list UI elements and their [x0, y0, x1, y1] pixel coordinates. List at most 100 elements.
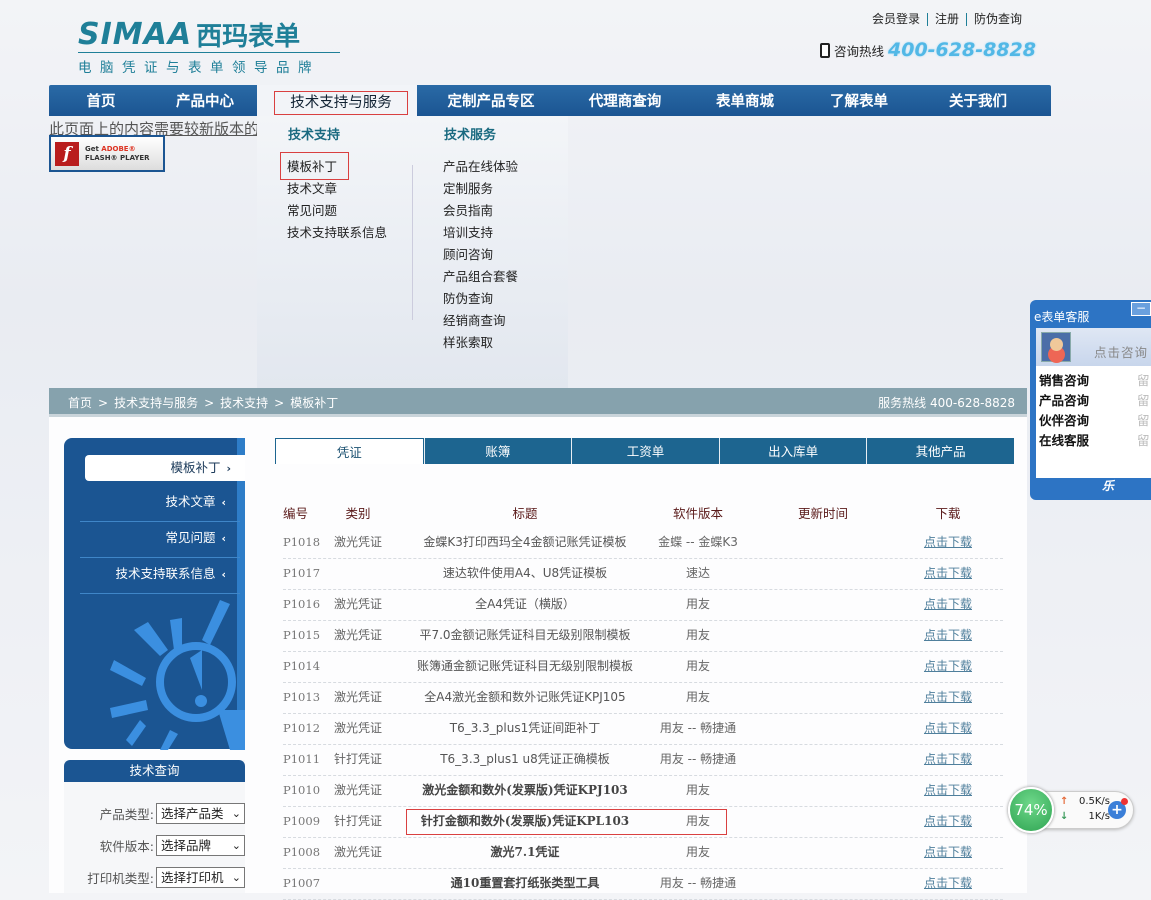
download-link[interactable]: 点击下载 — [924, 783, 972, 797]
breadcrumb-tech-service[interactable]: 技术支持与服务 — [114, 396, 198, 410]
tech-query-title: 技术查询 — [64, 760, 245, 782]
dropdown-item-support-contact[interactable]: 技术支持联系信息 — [287, 222, 387, 244]
table-row: P1014 账簿通金额记账凭证科目无级别限制模板 用友 点击下载 — [283, 652, 1003, 683]
dropdown-service-heading[interactable]: 技术服务 — [444, 124, 496, 143]
row-id: P1018 — [283, 535, 321, 549]
download-link[interactable]: 点击下载 — [924, 628, 972, 642]
row-id: P1012 — [283, 721, 321, 735]
dropdown-item-bundles[interactable]: 产品组合套餐 — [443, 266, 518, 288]
breadcrumb-tech-support[interactable]: 技术支持 — [220, 396, 268, 410]
member-login-link[interactable]: 会员登录 — [865, 13, 927, 26]
table-row: P1013 激光凭证 全A4激光金额和数外记账凭证KPJ105 用友 点击下载 — [283, 683, 1003, 714]
tech-query-panel: 技术查询 产品类型: 选择产品类 ⌄ 软件版本: 选择品牌 ⌄ 打印机类型: 选择打… — [64, 760, 245, 893]
printer-type-label: 打印机类型: — [87, 871, 154, 886]
register-link[interactable]: 注册 — [926, 13, 966, 26]
nav-about-us[interactable]: 关于我们 — [913, 85, 1043, 116]
breadcrumb-separator: > — [274, 396, 285, 410]
row-version: 用友 — [685, 628, 710, 642]
dropdown-item-consulting[interactable]: 顾问咨询 — [443, 244, 518, 266]
dropdown-item-custom-service[interactable]: 定制服务 — [443, 178, 518, 200]
printer-type-select[interactable]: 选择打印机 ⌄ — [156, 867, 245, 888]
nav-form-mall[interactable]: 表单商城 — [685, 85, 805, 116]
row-version: 用友 — [685, 659, 710, 673]
row-highlight-box — [406, 809, 727, 835]
breadcrumb-separator: > — [204, 396, 215, 410]
dropdown-item-anti-counterfeit[interactable]: 防伪查询 — [443, 288, 518, 310]
kefu-online[interactable]: 在线客服留 — [1036, 431, 1151, 451]
dropdown-item-tech-articles[interactable]: 技术文章 — [287, 178, 387, 200]
row-title: 全A4凭证（横版） — [475, 597, 575, 611]
row-version: 用友 — [685, 597, 710, 611]
table-row: P1010 激光凭证 激光金额和数外(发票版)凭证KPJ103 用友 点击下载 — [283, 776, 1003, 807]
memory-percent[interactable]: 74% — [1008, 787, 1054, 833]
tab-voucher[interactable]: 凭证 — [275, 438, 424, 464]
download-link[interactable]: 点击下载 — [924, 814, 972, 828]
dropdown-item-training[interactable]: 培训支持 — [443, 222, 518, 244]
sidebar-item-faq[interactable]: 常见问题 ‹ — [80, 522, 240, 558]
tab-other-products[interactable]: 其他产品 — [866, 438, 1014, 464]
kefu-product[interactable]: 产品咨询留 — [1036, 391, 1151, 411]
tab-ledger[interactable]: 账簿 — [423, 438, 572, 464]
kefu-sales[interactable]: 销售咨询留 — [1036, 371, 1151, 391]
dropdown-item-online-trial[interactable]: 产品在线体验 — [443, 156, 518, 178]
nav-about-forms[interactable]: 了解表单 — [805, 85, 913, 116]
dropdown-support-heading[interactable]: 技术支持 — [288, 124, 340, 143]
anti-counterfeit-link[interactable]: 防伪查询 — [965, 13, 1029, 26]
kefu-partner[interactable]: 伙伴咨询留 — [1036, 411, 1151, 431]
nav-products[interactable]: 产品中心 — [153, 85, 257, 116]
click-consult-button[interactable]: 点击咨询 — [1094, 342, 1148, 361]
dropdown-item-faq[interactable]: 常见问题 — [287, 200, 387, 222]
download-link[interactable]: 点击下载 — [924, 845, 972, 859]
table-row: P1008 激光凭证 激光7.1凭证 用友 点击下载 — [283, 838, 1003, 869]
nav-home[interactable]: 首页 — [49, 85, 153, 116]
product-type-select[interactable]: 选择产品类 ⌄ — [156, 803, 245, 824]
upload-speed: ↑ 0.5K/s — [1060, 796, 1110, 807]
chevron-right-icon: › — [226, 462, 231, 475]
download-link[interactable]: 点击下载 — [924, 535, 972, 549]
breadcrumb-home[interactable]: 首页 — [68, 396, 92, 410]
download-link[interactable]: 点击下载 — [924, 659, 972, 673]
chevron-down-icon: ⌄ — [231, 871, 241, 884]
row-id: P1014 — [283, 659, 321, 673]
download-link[interactable]: 点击下载 — [924, 566, 972, 580]
get-flash-player-button[interactable]: f Get ADOBE® FLASH® PLAYER — [49, 135, 165, 172]
product-tabs: 凭证 账簿 工资单 出入库单 其他产品 — [275, 438, 1014, 464]
logo-latin: SIMAA — [78, 16, 193, 52]
sidebar-item-tech-articles[interactable]: 技术文章 ‹ — [80, 486, 240, 522]
dropdown-item-member-guide[interactable]: 会员指南 — [443, 200, 518, 222]
flash-get: Get — [85, 144, 102, 153]
phone-icon — [820, 42, 830, 58]
minimize-button[interactable]: − — [1131, 302, 1151, 316]
download-link[interactable]: 点击下载 — [924, 721, 972, 735]
software-version-select[interactable]: 选择品牌 ⌄ — [156, 835, 245, 856]
site-logo[interactable]: SIMAA 西玛表单 电脑凭证与表单领导品牌 — [78, 16, 340, 76]
row-category: 激光凭证 — [333, 721, 382, 735]
table-row: P1015 激光凭证 平7.0金额记账凭证科目无级别限制模板 用友 点击下载 — [283, 621, 1003, 652]
tab-inventory[interactable]: 出入库单 — [718, 438, 867, 464]
row-id: P1011 — [283, 752, 321, 766]
table-row: P1018 激光凭证 金蝶K3打印西玛全4金额记账凭证模板 金蝶 -- 金蝶K3 点击下… — [283, 528, 1003, 559]
dropdown-item-sample-request[interactable]: 样张索取 — [443, 332, 518, 354]
download-link[interactable]: 点击下载 — [924, 752, 972, 766]
download-link[interactable]: 点击下载 — [924, 597, 972, 611]
download-link[interactable]: 点击下载 — [924, 876, 972, 890]
row-category: 激光凭证 — [333, 535, 382, 549]
row-title: 全A4激光金额和数外记账凭证KPJ105 — [424, 690, 626, 704]
agent-avatar — [1041, 332, 1071, 362]
sidebar-item-support-contact[interactable]: 技术支持联系信息 ‹ — [80, 558, 240, 594]
col-header-title: 标题 — [512, 506, 538, 521]
download-link[interactable]: 点击下载 — [924, 690, 972, 704]
network-speed-widget[interactable]: ↑ 0.5K/s ↓ 1K/s + 74% — [1008, 787, 1134, 833]
tab-payroll[interactable]: 工资单 — [571, 438, 719, 464]
service-hotline: 服务热线 400-628-8828 — [878, 396, 1015, 410]
col-header-category: 类别 — [345, 506, 371, 521]
logo-cn: 西玛表单 — [196, 21, 301, 52]
sidebar-item-template-patch[interactable]: 模板补丁 › — [85, 455, 245, 481]
nav-agent-query[interactable]: 代理商查询 — [565, 85, 685, 116]
row-id: P1013 — [283, 690, 321, 704]
col-header-updated: 更新时间 — [797, 506, 848, 521]
row-category: 激光凭证 — [333, 690, 382, 704]
row-category: 针打凭证 — [333, 814, 382, 828]
dropdown-item-dealer-query[interactable]: 经销商查询 — [443, 310, 518, 332]
nav-custom-products[interactable]: 定制产品专区 — [417, 85, 565, 116]
